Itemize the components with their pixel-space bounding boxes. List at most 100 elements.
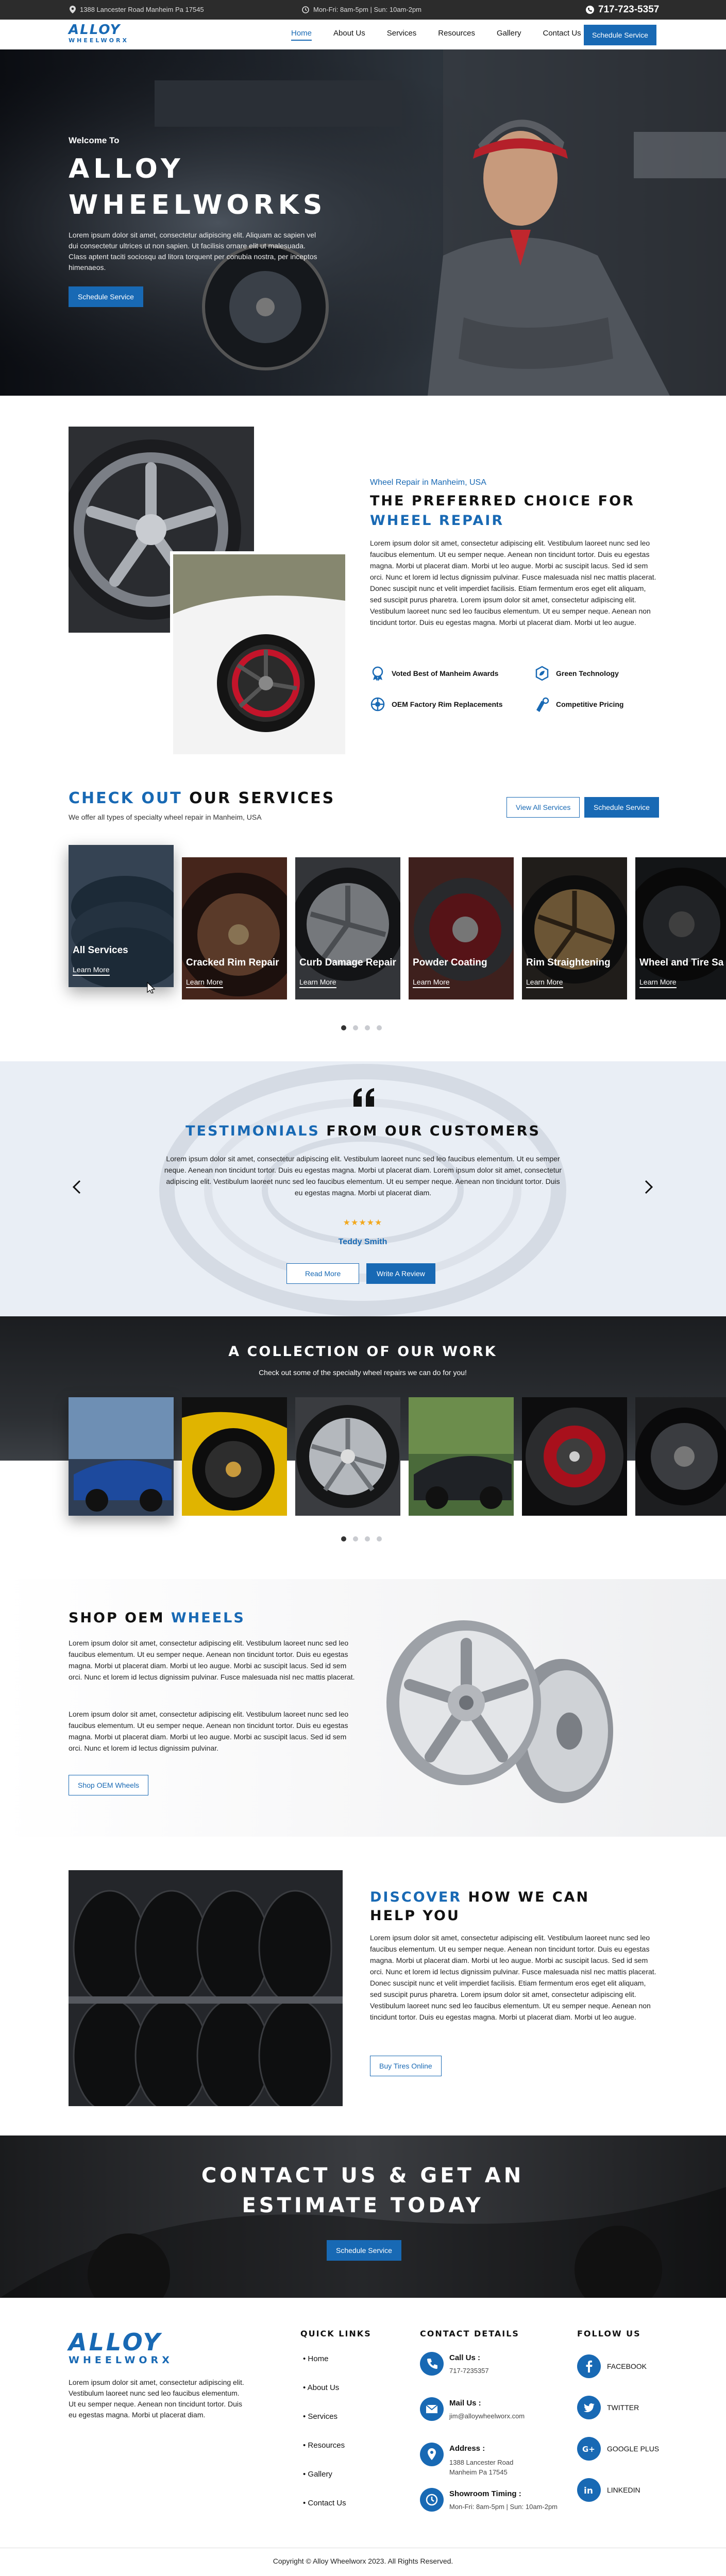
carousel-dot[interactable] [341, 1536, 346, 1541]
learn-more-link[interactable]: Learn More [526, 978, 563, 988]
contact-details-title: CONTACT DETAILS [420, 2329, 519, 2338]
social-google-plus-label[interactable]: GOOGLE PLUS [607, 2445, 659, 2453]
nav-item-resources[interactable]: Resources [438, 29, 475, 41]
testimonial-text: Lorem ipsum dolor sit amet, consectetur … [164, 1155, 562, 1197]
svg-text:G+: G+ [582, 2445, 595, 2454]
social-linkedin-label[interactable]: LINKEDIN [607, 2486, 640, 2494]
gallery-image[interactable] [295, 1397, 400, 1516]
service-card-label: Curb Damage Repair [299, 957, 396, 968]
gallery-carousel-dots[interactable] [341, 1536, 382, 1541]
discover-text: Lorem ipsum dolor sit amet, consectetur … [370, 1934, 656, 2021]
carousel-dot[interactable] [353, 1536, 358, 1541]
footer-call-label: Call Us : [449, 2353, 481, 2362]
svg-text:in: in [584, 2486, 593, 2496]
footer-mail-label: Mail Us : [449, 2399, 481, 2408]
learn-more-link[interactable]: Learn More [639, 978, 677, 988]
footer-link-about[interactable]: • About Us [303, 2383, 339, 2392]
learn-more-link[interactable]: Learn More [186, 978, 223, 988]
carousel-dot[interactable] [365, 1025, 370, 1030]
testimonial-author: Teddy Smith [338, 1238, 387, 1246]
nav-schedule-button[interactable]: Schedule Service [584, 25, 656, 45]
footer-about-text: Lorem ipsum dolor sit amet, consectetur … [69, 2378, 244, 2419]
footer-call[interactable]: 717-7235357 [449, 2367, 489, 2375]
services-schedule-button[interactable]: Schedule Service [584, 797, 659, 818]
mail-icon [420, 2397, 444, 2421]
hero-welcome: Welcome To [69, 135, 120, 145]
learn-more-link[interactable]: Learn More [299, 978, 336, 988]
gallery-image[interactable] [522, 1397, 627, 1516]
nav-item-gallery[interactable]: Gallery [497, 29, 521, 41]
linkedin-icon[interactable]: in [577, 2478, 601, 2502]
footer-link-gallery[interactable]: • Gallery [303, 2470, 332, 2479]
twitter-icon[interactable] [577, 2396, 601, 2419]
arrow-left-icon[interactable] [72, 1180, 81, 1194]
hero-schedule-button[interactable]: Schedule Service [69, 286, 143, 307]
award-icon [370, 666, 385, 681]
cta-schedule-button[interactable]: Schedule Service [327, 2240, 401, 2261]
nav-item-contact[interactable]: Contact Us [543, 29, 581, 41]
clock-icon [302, 6, 309, 13]
services-carousel-dots[interactable] [341, 1025, 382, 1030]
footer-address: 1388 Lancester Road Manheim Pa 17545 [449, 2459, 514, 2476]
arrow-right-icon[interactable] [644, 1180, 653, 1194]
testimonials-title: TESTIMONIALS FROM OUR CUSTOMERS [185, 1123, 541, 1139]
nav-menu: Home About Us Services Resources Gallery… [291, 29, 581, 41]
cta-title-line-2: ESTIMATE TODAY [242, 2194, 484, 2217]
carousel-dot[interactable] [377, 1536, 382, 1541]
feature-oem: OEM Factory Rim Replacements [370, 697, 503, 712]
read-more-button[interactable]: Read More [286, 1263, 360, 1284]
service-card[interactable]: Rim Straightening Learn More [522, 857, 627, 999]
learn-more-link[interactable]: Learn More [413, 978, 450, 988]
buy-tires-online-button[interactable]: Buy Tires Online [370, 2056, 442, 2076]
service-card[interactable]: All Services Learn More [69, 845, 174, 987]
gallery-image[interactable] [409, 1397, 514, 1516]
service-card[interactable]: Powder Coating Learn More [409, 857, 514, 999]
shop-text-2: Lorem ipsum dolor sit amet, consectetur … [69, 1710, 349, 1752]
footer-link-contact[interactable]: • Contact Us [303, 2499, 346, 2507]
feature-green: Green Technology [534, 666, 619, 681]
service-card[interactable]: Curb Damage Repair Learn More [295, 857, 400, 999]
learn-more-link[interactable]: Learn More [73, 965, 110, 976]
follow-us-title: FOLLOW US [577, 2329, 641, 2338]
footer-link-services[interactable]: • Services [303, 2412, 337, 2421]
gallery-image[interactable] [69, 1397, 174, 1516]
nav-item-about[interactable]: About Us [333, 29, 365, 41]
gallery-subtitle: Check out some of the specialty wheel re… [259, 1368, 467, 1377]
carousel-dot[interactable] [353, 1025, 358, 1030]
service-card[interactable]: Wheel and Tire Sa Learn More [635, 857, 726, 999]
nav-item-services[interactable]: Services [387, 29, 417, 41]
carousel-dot[interactable] [377, 1025, 382, 1030]
footer-timing: Mon-Fri: 8am-5pm | Sun: 10am-2pm [449, 2503, 558, 2511]
phone-icon [420, 2352, 444, 2376]
footer-logo[interactable]: ALLOY WHEELWORX [69, 2330, 173, 2366]
social-twitter-label[interactable]: TWITTER [607, 2403, 639, 2412]
footer-mail[interactable]: jim@alloywheelworx.com [449, 2412, 525, 2420]
topbar-phone[interactable]: 717-723-5357 [586, 4, 659, 15]
carousel-dot[interactable] [365, 1536, 370, 1541]
top-bar: 1388 Lancester Road Manheim Pa 17545 Mon… [0, 0, 726, 20]
facebook-icon[interactable] [577, 2354, 601, 2378]
write-review-button[interactable]: Write A Review [366, 1263, 435, 1284]
shop-oem-wheels-button[interactable]: Shop OEM Wheels [69, 1775, 149, 1795]
google-plus-icon[interactable]: G+ [577, 2437, 601, 2461]
view-all-services-button[interactable]: View All Services [506, 797, 580, 818]
nav-item-home[interactable]: Home [291, 29, 312, 41]
mouse-cursor [147, 982, 155, 993]
gallery-image[interactable] [635, 1397, 726, 1516]
feature-awards: Voted Best of Manheim Awards [370, 666, 498, 681]
services-subtitle: We offer all types of specialty wheel re… [69, 813, 262, 821]
gallery-title: A COLLECTION OF OUR WORK [228, 1344, 497, 1360]
oem-wheels-image [371, 1613, 660, 1829]
location-icon [70, 6, 76, 13]
carousel-dot[interactable] [341, 1025, 346, 1030]
service-card[interactable]: Cracked Rim Repair Learn More [182, 857, 287, 999]
quote-icon [352, 1088, 375, 1107]
social-facebook-label[interactable]: FACEBOOK [607, 2362, 647, 2370]
footer-link-home[interactable]: • Home [303, 2354, 328, 2363]
gallery-image[interactable] [182, 1397, 287, 1516]
topbar-address: 1388 Lancester Road Manheim Pa 17545 [70, 6, 204, 13]
page: { "topbar": {"address": "1388 Lancester … [0, 0, 726, 2576]
footer-link-resources[interactable]: • Resources [303, 2441, 345, 2450]
service-card-label: Cracked Rim Repair [186, 957, 279, 968]
logo[interactable]: ALLOY WHEELWORX [69, 23, 151, 47]
